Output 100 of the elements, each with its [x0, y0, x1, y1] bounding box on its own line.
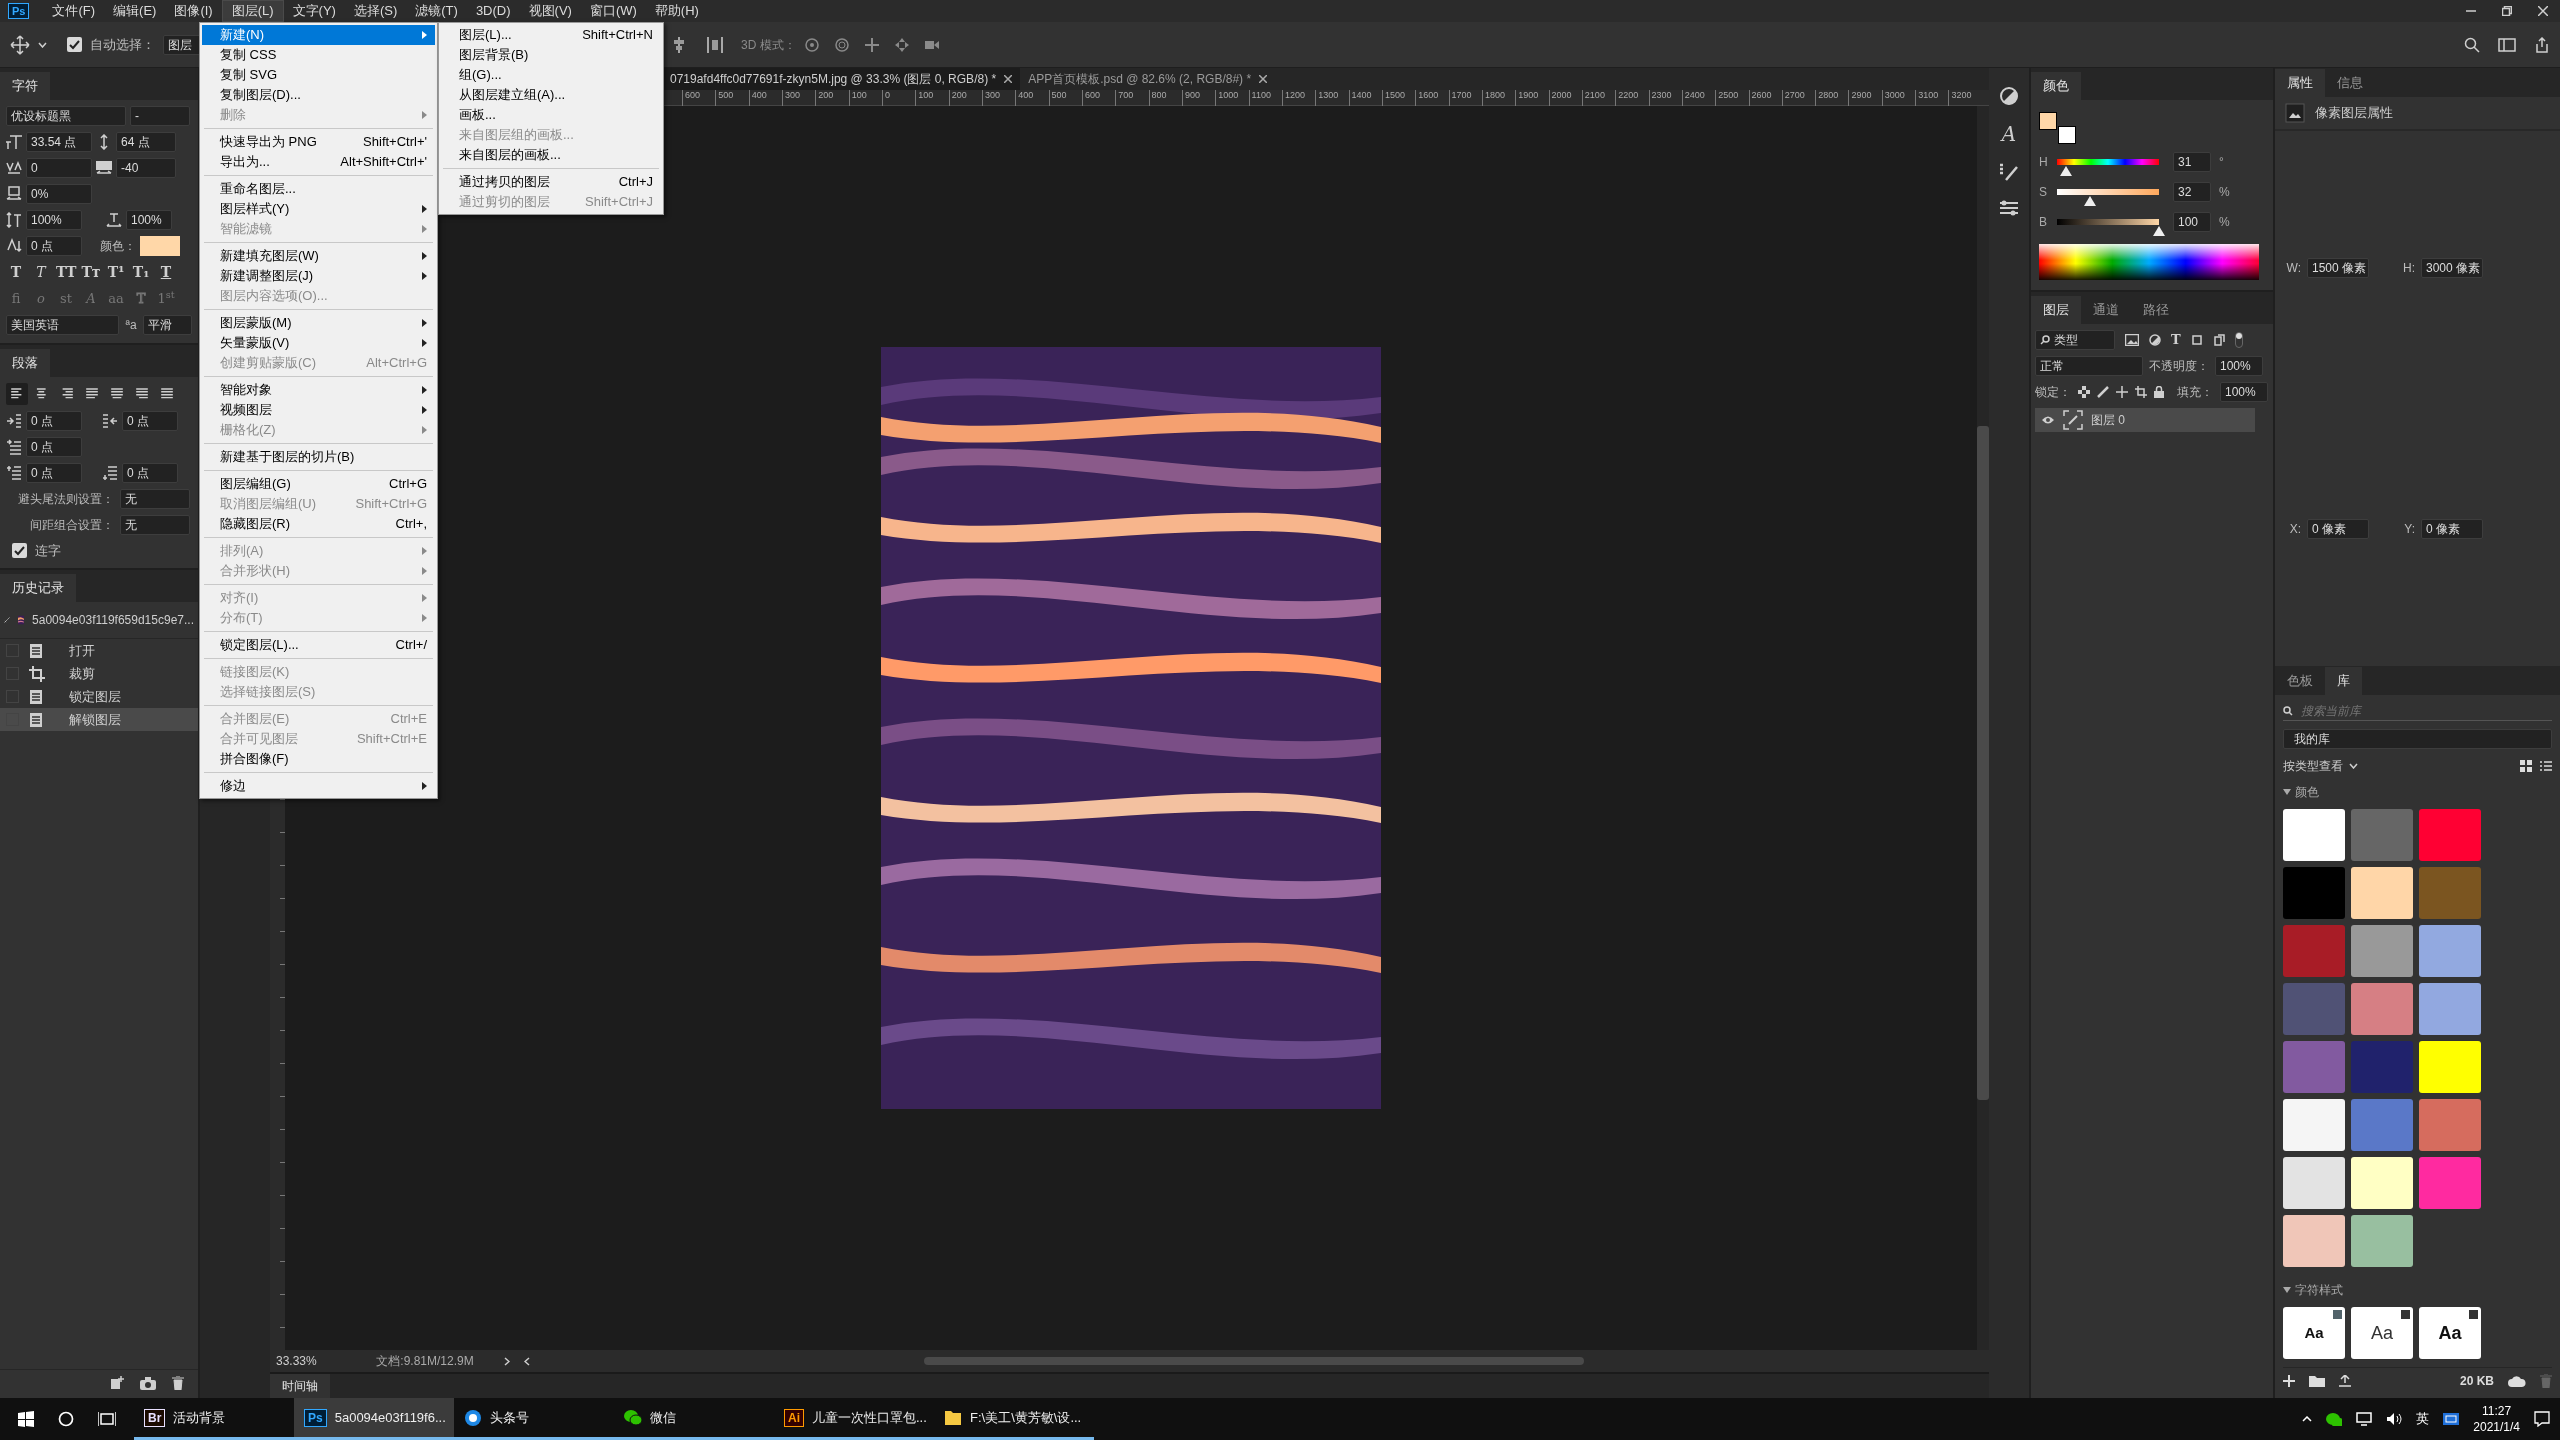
menu-item[interactable]: 拼合图像(F) [202, 749, 435, 769]
menu-item[interactable]: 图层编组(G) Ctrl+G [202, 474, 435, 494]
layer-row[interactable]: 图层 0 [2035, 408, 2255, 432]
menu-item[interactable]: 画板... [441, 105, 661, 125]
character-style-tile[interactable]: Aa [2283, 1307, 2345, 1359]
fill-field[interactable]: 100% [2220, 382, 2268, 402]
color-swatch[interactable] [2283, 809, 2345, 861]
eye-icon[interactable] [2041, 415, 2055, 425]
grid-view-icon[interactable] [2520, 760, 2532, 772]
first-line-indent-field[interactable]: 0 点 [26, 436, 82, 457]
view-by-dropdown[interactable]: 按类型查看 [2283, 757, 2343, 775]
menu-title[interactable]: 图层(L) [221, 0, 284, 22]
menu-item[interactable]: 从图层建立组(A)... [441, 85, 661, 105]
history-item[interactable]: 打开 [0, 639, 198, 662]
search-icon[interactable] [2464, 36, 2480, 53]
channel-field[interactable]: 32 [2173, 182, 2211, 202]
folder-icon[interactable] [2309, 1375, 2325, 1387]
dimension-field[interactable]: 1500 像素 [2307, 257, 2369, 278]
smart-object-icon[interactable] [2212, 334, 2225, 346]
panel-tab[interactable]: 色板 [2275, 667, 2325, 695]
search-icon[interactable] [58, 1411, 74, 1427]
font-style-dropdown[interactable]: - [130, 106, 190, 126]
disclosure-triangle-icon[interactable] [2283, 1287, 2291, 1293]
scrollbar-thumb[interactable] [1977, 426, 1989, 1100]
image-filter-icon[interactable] [2125, 334, 2139, 346]
color-swatch[interactable] [2419, 1157, 2481, 1209]
align-icon[interactable] [6, 382, 28, 405]
indent-left-field[interactable]: 0 点 [26, 410, 82, 431]
menu-title[interactable]: 文件(F) [43, 1, 105, 21]
taskbar-button[interactable]: 头条号 [454, 1398, 614, 1440]
menu-title[interactable]: 3D(D) [466, 1, 520, 21]
keyboard-icon[interactable] [2443, 1412, 2460, 1426]
panel-tab[interactable]: 颜色 [2031, 72, 2081, 100]
color-swatch[interactable] [2419, 809, 2481, 861]
add-icon[interactable] [2283, 1375, 2295, 1387]
menu-item[interactable]: 图层背景(B) [441, 45, 661, 65]
cloud-icon[interactable] [2508, 1375, 2526, 1387]
clock-date[interactable]: 2021/1/4 [2473, 1419, 2520, 1435]
sliders-icon[interactable] [1999, 200, 2019, 216]
roll-icon[interactable] [833, 36, 850, 53]
menu-title[interactable]: 帮助(H) [645, 1, 708, 21]
foreground-color-swatch[interactable] [2039, 112, 2057, 130]
shape-filter-icon[interactable] [2190, 334, 2203, 346]
search-field[interactable]: 搜索当前库 [2299, 700, 2499, 721]
panel-tab[interactable]: 时间轴 [270, 1374, 330, 1398]
crop-icon[interactable] [2135, 386, 2147, 398]
menu-title[interactable]: 视图(V) [519, 1, 581, 21]
character-panel-glyph[interactable]: A [2001, 124, 2017, 144]
character-style-tile[interactable]: Aa [2419, 1307, 2481, 1359]
panel-tab[interactable]: 信息 [2325, 69, 2375, 98]
chevron-left-icon[interactable] [524, 1356, 530, 1366]
type-style-glyph[interactable]: T₁ [131, 262, 151, 283]
menu-item[interactable]: 图层(L)... Shift+Ctrl+N [441, 25, 661, 45]
half-circle-icon[interactable] [2149, 334, 2161, 346]
new-document-icon[interactable] [110, 1376, 124, 1390]
taskbar-button[interactable]: 微信 [614, 1398, 774, 1440]
tracking-field[interactable]: -40 [116, 158, 176, 178]
zoom-field[interactable]: 33.33% [276, 1352, 346, 1370]
slide-icon[interactable] [893, 36, 910, 53]
menu-item[interactable]: 新建填充图层(W) [202, 246, 435, 266]
panel-tab[interactable]: 历史记录 [0, 574, 76, 602]
color-swatch[interactable] [2419, 867, 2481, 919]
volume-icon[interactable] [2386, 1412, 2403, 1426]
brush-icon[interactable] [2097, 386, 2109, 398]
color-swatch[interactable] [2351, 983, 2413, 1035]
mojikumi-dropdown[interactable]: 无 [120, 514, 190, 535]
color-swatch[interactable] [2351, 1041, 2413, 1093]
type-filter-glyph[interactable]: T [2171, 330, 2181, 350]
background-color-swatch[interactable] [2058, 126, 2076, 144]
type-style-glyph[interactable]: Tт [81, 262, 101, 283]
library-dropdown[interactable]: 我的库 [2283, 729, 2552, 749]
panel-tab[interactable]: 段落 [0, 348, 50, 377]
task-view-icon[interactable] [98, 1411, 116, 1427]
kerning-field[interactable]: 0 [26, 158, 92, 178]
share-icon[interactable] [2534, 36, 2550, 53]
move-tool-icon[interactable] [10, 34, 30, 55]
chevron-up-icon[interactable] [2302, 1416, 2313, 1422]
panel-tab[interactable]: 字符 [0, 72, 50, 100]
opacity-field[interactable]: 100% [2215, 356, 2263, 376]
history-item[interactable]: 解锁图层 [0, 708, 198, 731]
color-swatch[interactable] [2283, 1215, 2345, 1267]
auto-select-checkbox[interactable] [67, 37, 82, 52]
dimension-field[interactable]: 0 像素 [2421, 519, 2483, 540]
align-icon[interactable] [671, 36, 687, 53]
menu-item[interactable]: 复制图层(D)... [202, 85, 435, 105]
color-swatch[interactable] [2283, 1099, 2345, 1151]
close-icon[interactable] [1259, 75, 1268, 83]
brush-icon[interactable] [1999, 162, 2019, 182]
menu-title[interactable]: 滤镜(T) [406, 1, 467, 21]
menu-item[interactable]: 新建调整图层(J) [202, 266, 435, 286]
vertical-scrollbar[interactable] [1977, 106, 1989, 1350]
menu-item[interactable]: 修边 [202, 776, 435, 796]
menu-item[interactable]: 图层蒙版(M) [202, 313, 435, 333]
color-swatch[interactable] [2283, 867, 2345, 919]
chevron-down-icon[interactable] [2349, 763, 2358, 769]
workspace-icon[interactable] [2498, 37, 2516, 52]
color-swatch[interactable] [2283, 1157, 2345, 1209]
orbit-icon[interactable] [803, 36, 820, 53]
color-swatch[interactable] [2283, 983, 2345, 1035]
menu-title[interactable]: 选择(S) [344, 1, 407, 21]
